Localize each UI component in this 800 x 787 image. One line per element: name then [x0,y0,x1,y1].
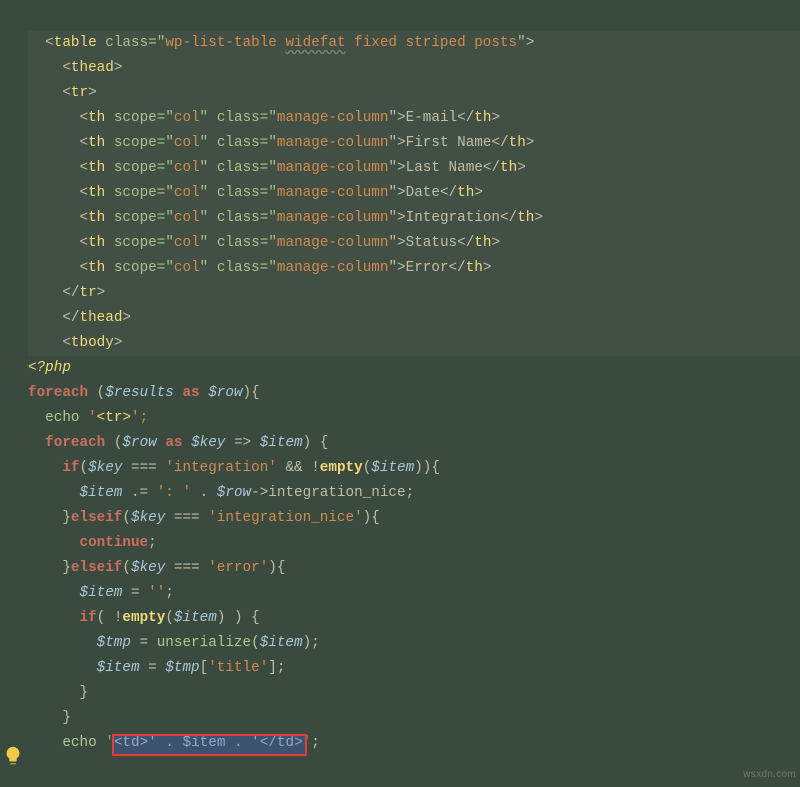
code-line: <thead> [28,56,800,81]
code-line: if( !empty($item) ) { [28,606,800,631]
editor-gutter [0,0,28,787]
watermark: wsxdn.com [743,766,796,784]
code-line: foreach ($row as $key => $item) { [28,431,800,456]
code-line: <th scope="col" class="manage-column">Da… [28,181,800,206]
code-line: } [28,706,800,731]
code-line: continue; [28,531,800,556]
code-line: $item .= ': ' . $row->integration_nice; [28,481,800,506]
code-line: </thead> [28,306,800,331]
code-line: <tbody> [28,331,800,356]
code-line: <th scope="col" class="manage-column">St… [28,231,800,256]
code-line: <tr> [28,81,800,106]
code-line: <th scope="col" class="manage-column">Er… [28,256,800,281]
code-line: <th scope="col" class="manage-column">Fi… [28,131,800,156]
code-line: $item = ''; [28,581,800,606]
code-line: $item = $tmp['title']; [28,656,800,681]
code-line: foreach ($results as $row){ [28,381,800,406]
code-line: <th scope="col" class="manage-column">La… [28,156,800,181]
code-line: echo '<tr>'; [28,406,800,431]
code-line: <th scope="col" class="manage-column">In… [28,206,800,231]
code-line: }elseif($key === 'error'){ [28,556,800,581]
code-line: } [28,681,800,706]
lightbulb-icon[interactable] [2,745,24,767]
code-line: </tr> [28,281,800,306]
code-line: echo '<td>' . $item . '</td>'; [28,731,800,756]
code-editor[interactable]: <table class="wp-list-table widefat fixe… [28,6,800,781]
code-line: }elseif($key === 'integration_nice'){ [28,506,800,531]
code-line: <th scope="col" class="manage-column">E-… [28,106,800,131]
code-line: <?php [28,356,800,381]
code-line: if($key === 'integration' && !empty($ite… [28,456,800,481]
code-line: $tmp = unserialize($item); [28,631,800,656]
code-line: <table class="wp-list-table widefat fixe… [28,31,800,56]
